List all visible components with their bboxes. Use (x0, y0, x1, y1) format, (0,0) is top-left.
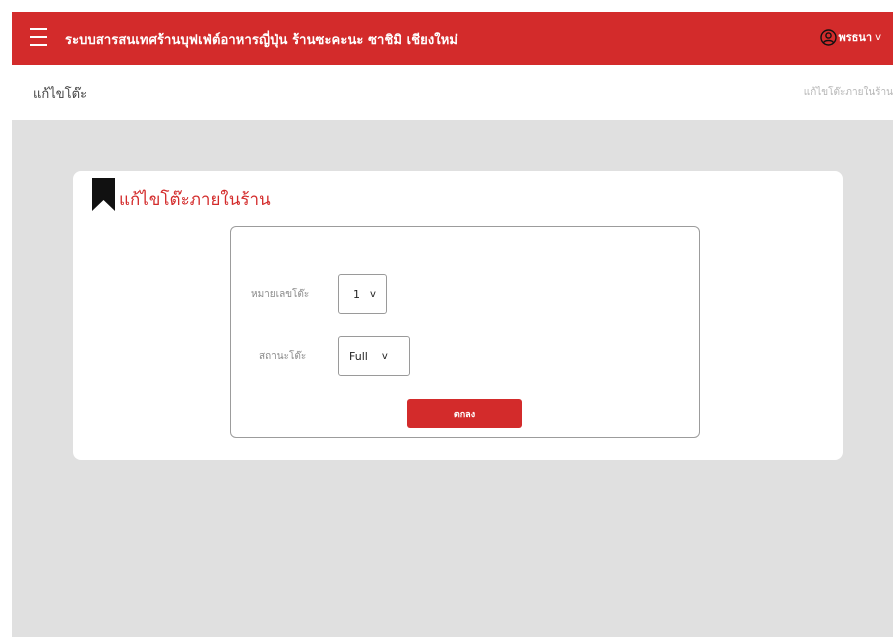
chevron-down-icon: v (370, 288, 376, 300)
submit-button[interactable]: ตกลง (407, 399, 522, 428)
user-name: พรธนา (838, 31, 873, 44)
edit-table-form: หมายเลขโต๊ะ 1 v สถานะโต๊ะ Full v ตกลง (230, 226, 700, 438)
table-status-label: สถานะโต๊ะ (259, 351, 307, 362)
card-title: แก้ไขโต๊ะภายในร้าน (119, 190, 271, 210)
table-number-value: 1 (353, 287, 360, 301)
app-title: ระบบสารสนเทศร้านบุฟเฟ่ต์อาหารญี่ปุ่น ร้า… (65, 33, 459, 48)
breadcrumb-bar: แก้ไขโต๊ะ แก้ไขโต๊ะภายในร้าน (12, 65, 893, 120)
table-number-select[interactable]: 1 v (338, 274, 387, 314)
table-status-value: Full (349, 349, 368, 363)
hamburger-icon[interactable] (30, 28, 47, 46)
top-navbar: ระบบสารสนเทศร้านบุฟเฟ่ต์อาหารญี่ปุ่น ร้า… (12, 12, 893, 65)
breadcrumb[interactable]: แก้ไขโต๊ะภายในร้าน (804, 85, 893, 100)
page-heading: แก้ไขโต๊ะ (33, 87, 88, 102)
user-menu[interactable]: พรธนา v (819, 28, 881, 46)
bookmark-icon (92, 178, 115, 211)
chevron-down-icon: v (381, 350, 388, 362)
user-circle-icon (819, 28, 837, 46)
table-status-select[interactable]: Full v (338, 336, 410, 376)
edit-table-card: แก้ไขโต๊ะภายในร้าน หมายเลขโต๊ะ 1 v สถานะ… (73, 171, 843, 460)
chevron-down-icon: v (875, 31, 881, 43)
app-frame: ระบบสารสนเทศร้านบุฟเฟ่ต์อาหารญี่ปุ่น ร้า… (12, 12, 893, 637)
table-number-label: หมายเลขโต๊ะ (251, 289, 310, 300)
